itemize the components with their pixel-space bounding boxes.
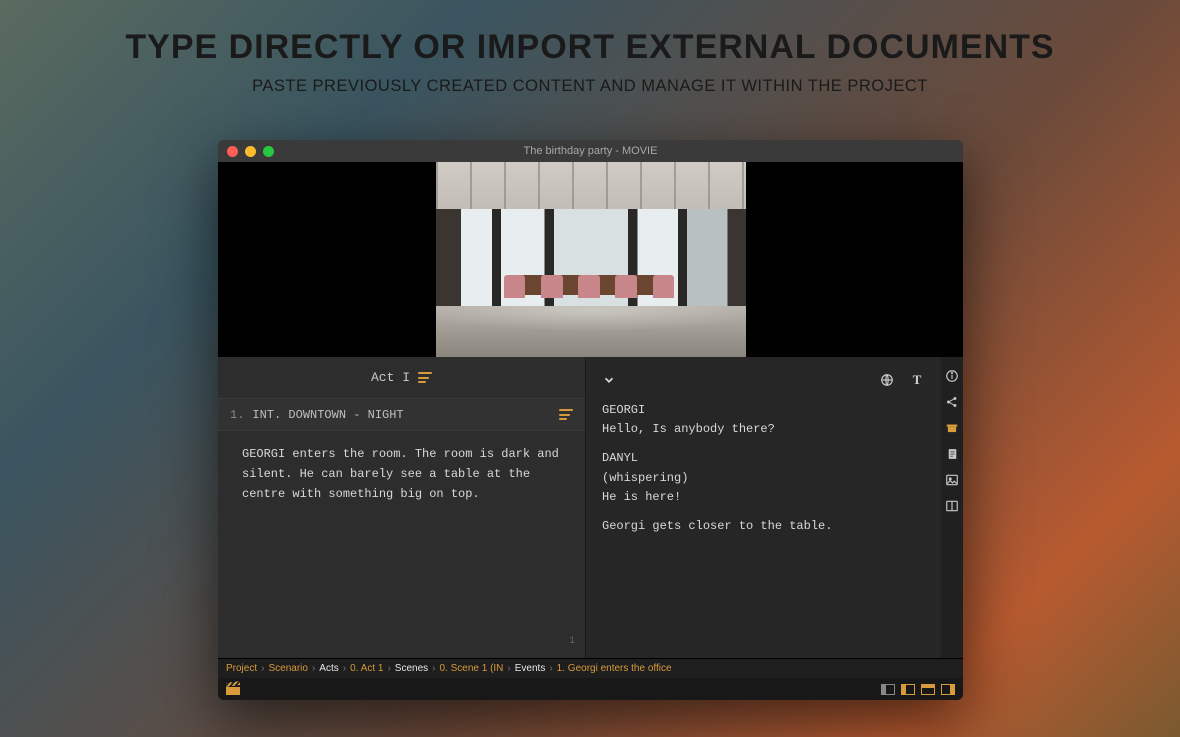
breadcrumb-item[interactable]: Scenes: [395, 663, 428, 674]
preview-area: [218, 162, 963, 357]
act-header[interactable]: Act I: [218, 357, 585, 399]
breadcrumb-separator: ›: [261, 663, 264, 674]
breadcrumb-item[interactable]: 1. Georgi enters the office: [557, 663, 672, 674]
page-number: 1: [569, 634, 575, 651]
collapse-icon[interactable]: [602, 373, 616, 387]
list-icon[interactable]: [559, 409, 573, 420]
image-icon[interactable]: [945, 473, 959, 487]
dialogue-text: Hello, Is anybody there?: [602, 420, 925, 439]
scene-number: 1.: [230, 408, 244, 422]
character-name: DANYL: [602, 449, 925, 468]
archive-icon[interactable]: [945, 421, 959, 435]
breadcrumb-item[interactable]: 0. Act 1: [350, 663, 383, 674]
bottom-toolbar: [218, 678, 963, 700]
document-icon[interactable]: [945, 447, 959, 461]
outline-pane: Act I 1. INT. DOWNTOWN - NIGHT GEORGI en…: [218, 357, 586, 658]
act-label: Act I: [371, 370, 410, 385]
app-window: The birthday party - MOVIE Act I 1. INT.…: [218, 140, 963, 700]
breadcrumb-item[interactable]: Acts: [319, 663, 338, 674]
dialogue-text: He is here!: [602, 488, 925, 507]
layout-right-button[interactable]: [941, 684, 955, 695]
breadcrumb-separator: ›: [312, 663, 315, 674]
scene-heading: INT. DOWNTOWN - NIGHT: [252, 408, 403, 422]
action-text: Georgi gets closer to the table.: [602, 517, 925, 536]
window-title: The birthday party - MOVIE: [218, 145, 963, 157]
marketing-title: TYPE DIRECTLY OR IMPORT EXTERNAL DOCUMEN…: [0, 0, 1180, 67]
marketing-subtitle: PASTE PREVIOUSLY CREATED CONTENT AND MAN…: [0, 77, 1180, 96]
layout-left-button[interactable]: [881, 684, 895, 695]
list-icon[interactable]: [418, 372, 432, 383]
breadcrumb-separator: ›: [343, 663, 346, 674]
breadcrumb[interactable]: Project › Scenario › Acts › 0. Act 1 › Scenes › 0.…: [218, 658, 963, 678]
share-icon[interactable]: [945, 395, 959, 409]
scene-preview-image[interactable]: [436, 162, 746, 357]
breadcrumb-item[interactable]: Project: [226, 663, 257, 674]
scene-body[interactable]: GEORGI enters the room. The room is dark…: [218, 431, 585, 658]
globe-icon[interactable]: [879, 372, 895, 388]
breadcrumb-item[interactable]: Scenario: [268, 663, 307, 674]
clapper-icon[interactable]: [226, 683, 240, 695]
script-pane: T GEORGI Hello, Is anybody there? DANYL …: [586, 357, 963, 658]
breadcrumb-separator: ›: [549, 663, 552, 674]
text-tool-icon[interactable]: T: [909, 372, 925, 388]
breadcrumb-item[interactable]: 0. Scene 1 (IN: [439, 663, 503, 674]
layout-top-button[interactable]: [921, 684, 935, 695]
parenthetical-text: (whispering): [602, 469, 925, 488]
scene-header[interactable]: 1. INT. DOWNTOWN - NIGHT: [218, 399, 585, 431]
script-editor[interactable]: T GEORGI Hello, Is anybody there? DANYL …: [586, 357, 941, 658]
scene-action-text: GEORGI enters the room. The room is dark…: [242, 447, 559, 501]
split-icon[interactable]: [945, 499, 959, 513]
layout-left2-button[interactable]: [901, 684, 915, 695]
breadcrumb-separator: ›: [432, 663, 435, 674]
breadcrumb-separator: ›: [507, 663, 510, 674]
breadcrumb-separator: ›: [387, 663, 390, 674]
character-name: GEORGI: [602, 401, 925, 420]
titlebar[interactable]: The birthday party - MOVIE: [218, 140, 963, 162]
breadcrumb-item[interactable]: Events: [515, 663, 546, 674]
right-rail: [941, 357, 963, 658]
info-icon[interactable]: [945, 369, 959, 383]
